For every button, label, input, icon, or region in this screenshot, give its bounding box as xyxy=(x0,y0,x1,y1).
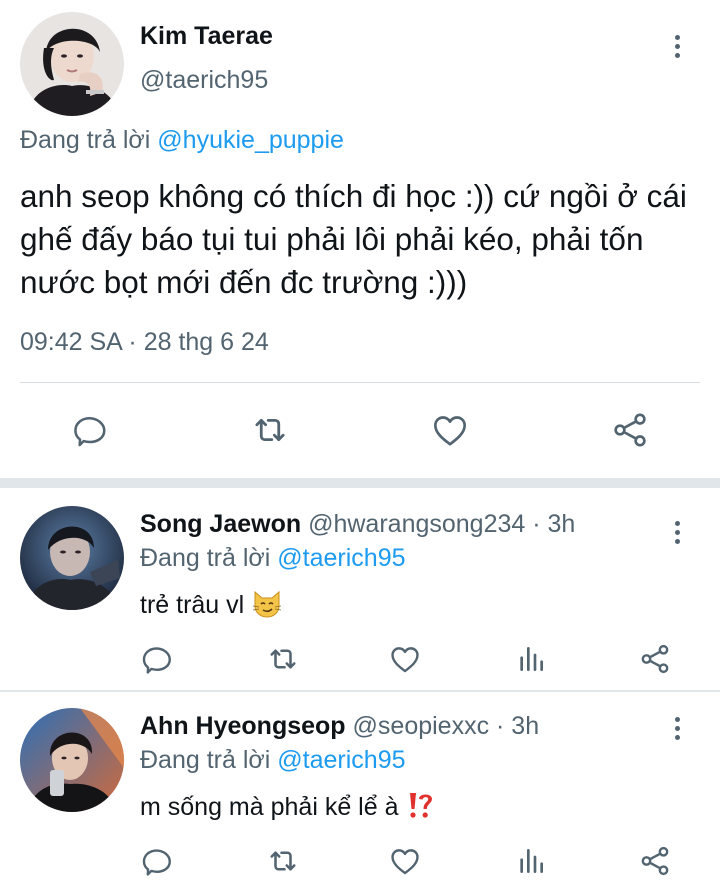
section-divider xyxy=(0,478,720,488)
more-dot-icon xyxy=(674,538,680,544)
more-dot-icon xyxy=(674,34,680,40)
more-dot-icon xyxy=(674,716,680,722)
replying-to-link[interactable]: @taerich95 xyxy=(277,544,405,572)
share-icon xyxy=(614,413,646,447)
tweet-timestamp[interactable]: 09:42 SA · 28 thg 6 24 xyxy=(20,328,269,357)
reply-header: Ahn Hyeongseop @seopiexxc · 3h xyxy=(140,712,539,741)
like-button[interactable] xyxy=(386,640,424,678)
reply-icon xyxy=(74,417,106,447)
share-button[interactable] xyxy=(636,842,674,880)
retweet-icon xyxy=(270,851,296,871)
reply-button[interactable] xyxy=(68,408,112,452)
tweet-text: anh seop không có thích đi học :)) cứ ng… xyxy=(20,178,687,300)
reply-time[interactable]: · 3h xyxy=(525,510,575,538)
reply-time[interactable]: · 3h xyxy=(489,712,539,740)
reply-author-name[interactable]: Ahn Hyeongseop xyxy=(140,712,346,740)
replying-prefix: Đang trả lời xyxy=(140,544,271,572)
views-button[interactable] xyxy=(512,640,550,678)
reply-text: m sống mà phải kể lể à xyxy=(140,793,399,822)
retweet-button[interactable] xyxy=(264,640,302,678)
more-dot-icon xyxy=(674,734,680,740)
replying-prefix: Đang trả lời xyxy=(140,746,271,774)
share-button[interactable] xyxy=(636,640,674,678)
reply-text-line: trẻ trâu vl xyxy=(140,588,283,625)
retweet-button[interactable] xyxy=(264,842,302,880)
reply-tweet: Ahn Hyeongseop @seopiexxc · 3h Đang trả … xyxy=(0,692,720,895)
divider xyxy=(20,382,700,383)
views-icon xyxy=(520,647,543,671)
retweet-icon xyxy=(255,418,285,442)
like-icon xyxy=(391,647,419,673)
replying-to-link[interactable]: @hyukie_puppie xyxy=(157,126,344,154)
share-button[interactable] xyxy=(608,408,652,452)
author-handle[interactable]: @taerich95 xyxy=(140,66,268,95)
more-dot-icon xyxy=(674,43,680,49)
reply-avatar[interactable] xyxy=(20,506,124,610)
replying-to-line: Đang trả lời @taerich95 xyxy=(140,746,406,775)
retweet-icon xyxy=(270,649,296,669)
more-dot-icon xyxy=(674,520,680,526)
author-avatar[interactable] xyxy=(20,12,124,116)
more-dot-icon xyxy=(674,529,680,535)
more-dot-icon xyxy=(674,725,680,731)
reply-author-name[interactable]: Song Jaewon xyxy=(140,510,301,538)
reply-header: Song Jaewon @hwarangsong234 · 3h xyxy=(140,510,575,539)
more-dot-icon xyxy=(674,52,680,58)
author-name[interactable]: Kim Taerae xyxy=(140,22,273,51)
views-button[interactable] xyxy=(512,842,550,880)
reply-tweet: Song Jaewon @hwarangsong234 · 3h Đang tr… xyxy=(0,490,720,690)
replying-prefix: Đang trả lời xyxy=(20,126,151,154)
like-button[interactable] xyxy=(428,408,472,452)
reply-text-line: m sống mà phải kể lể à xyxy=(140,790,435,827)
reply-icon xyxy=(142,647,171,674)
retweet-button[interactable] xyxy=(248,408,292,452)
reply-button[interactable] xyxy=(138,640,176,678)
reply-icon xyxy=(142,849,171,876)
reply-author-handle[interactable]: @seopiexxc xyxy=(353,712,490,740)
reply-author-handle[interactable]: @hwarangsong234 xyxy=(308,510,525,538)
views-icon xyxy=(520,849,543,873)
smirking-cat-emoji xyxy=(251,588,283,625)
exclamation-question-emoji xyxy=(405,790,435,827)
replying-to-line: Đang trả lời @taerich95 xyxy=(140,544,406,573)
replying-to-link[interactable]: @taerich95 xyxy=(277,746,405,774)
tweet-actions xyxy=(0,400,720,460)
more-options-button[interactable] xyxy=(662,512,692,552)
main-tweet: Kim Taerae @taerich95 Đang trả lời @hyuk… xyxy=(0,0,720,478)
like-icon xyxy=(391,849,419,875)
reply-avatar[interactable] xyxy=(20,708,124,812)
share-icon xyxy=(641,846,669,876)
share-icon xyxy=(641,644,669,674)
reply-button[interactable] xyxy=(138,842,176,880)
like-icon xyxy=(434,416,466,446)
reply-text: trẻ trâu vl xyxy=(140,591,245,620)
like-button[interactable] xyxy=(386,842,424,880)
replying-to-line: Đang trả lời @hyukie_puppie xyxy=(20,126,344,155)
more-options-button[interactable] xyxy=(662,26,692,66)
more-options-button[interactable] xyxy=(662,708,692,748)
